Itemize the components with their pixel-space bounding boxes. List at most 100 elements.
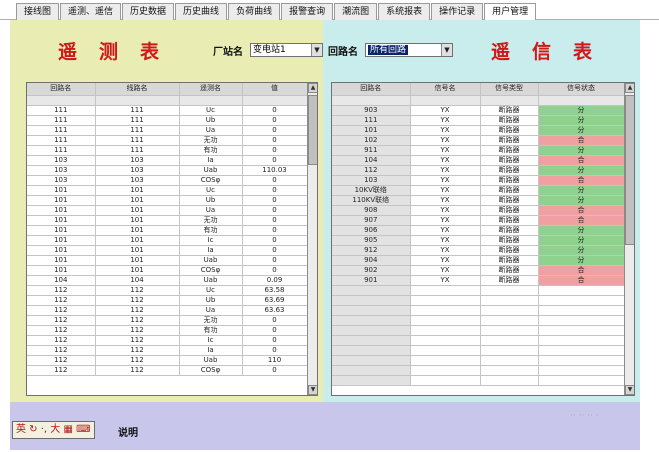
- scroll-thumb[interactable]: [625, 95, 634, 245]
- table-row[interactable]: 111 111 Ua 0: [27, 125, 308, 136]
- table-row[interactable]: 103 103 Ia 0: [27, 155, 308, 166]
- table-row[interactable]: 101 101 COSφ 0: [27, 265, 308, 276]
- table-row[interactable]: 110KV联络 YX 断路器分: [332, 195, 625, 206]
- circuit-select[interactable]: 所有回路 ▼: [365, 43, 453, 57]
- table-cell: 有功: [179, 145, 243, 156]
- table-cell: YX: [410, 145, 481, 156]
- telemetry-scrollbar[interactable]: ▲ ▼: [307, 83, 317, 395]
- empty-cell: [480, 305, 539, 316]
- table-row[interactable]: 903 YX 断路器分: [332, 105, 625, 116]
- table-row[interactable]: 102 YX 断路器合: [332, 135, 625, 146]
- table-row[interactable]: 905 YX 断路器分: [332, 235, 625, 246]
- table-cell: 0: [242, 315, 308, 326]
- tab-5[interactable]: 报警查询: [281, 3, 334, 20]
- table-row[interactable]: 111 111 有功 0: [27, 145, 308, 156]
- table-row[interactable]: 111 111 Ub 0: [27, 115, 308, 126]
- scroll-down-icon[interactable]: ▼: [308, 385, 317, 395]
- table-cell: 有功: [179, 225, 243, 236]
- table-cell: 907: [332, 215, 411, 226]
- chevron-down-icon[interactable]: ▼: [441, 44, 452, 56]
- table-cell: 101: [95, 215, 180, 226]
- table-cell: 112: [27, 365, 96, 376]
- tab-4[interactable]: 负荷曲线: [228, 3, 281, 20]
- table-row[interactable]: 101 101 Uab 0: [27, 255, 308, 266]
- table-row[interactable]: 101 101 Ia 0: [27, 245, 308, 256]
- chevron-down-icon[interactable]: ▼: [311, 44, 322, 56]
- empty-row: [332, 285, 625, 296]
- table-cell: YX: [410, 195, 481, 206]
- table-row[interactable]: 112 112 Ua 63.63: [27, 305, 308, 316]
- table-row[interactable]: 912 YX 断路器分: [332, 245, 625, 256]
- tab-3[interactable]: 历史曲线: [175, 3, 228, 20]
- column-header: 信号名: [410, 83, 481, 96]
- table-row[interactable]: 112 112 Ia 0: [27, 345, 308, 356]
- tab-0[interactable]: 接线图: [16, 3, 60, 20]
- scroll-up-icon[interactable]: ▲: [625, 83, 634, 93]
- empty-row: [332, 305, 625, 316]
- table-cell: YX: [410, 205, 481, 216]
- table-row[interactable]: 104 YX 断路器合: [332, 155, 625, 166]
- table-cell: 111: [27, 115, 96, 126]
- table-row[interactable]: 111 111 Uc 0: [27, 105, 308, 116]
- table-cell: 102: [332, 135, 411, 146]
- table-row[interactable]: 103 103 COSφ 0: [27, 175, 308, 186]
- table-row[interactable]: 101 101 有功 0: [27, 225, 308, 236]
- table-row[interactable]: 111 111 无功 0: [27, 135, 308, 146]
- table-cell: 101: [27, 195, 96, 206]
- table-row[interactable]: 112 YX 断路器分: [332, 165, 625, 176]
- tab-2[interactable]: 历史数据: [122, 3, 175, 20]
- tab-8[interactable]: 操作记录: [431, 3, 484, 20]
- table-row[interactable]: 101 101 Uc 0: [27, 185, 308, 196]
- telesignal-scrollbar[interactable]: ▲ ▼: [624, 83, 634, 395]
- empty-cell: [410, 335, 481, 346]
- table-row[interactable]: 112 112 无功 0: [27, 315, 308, 326]
- table-row[interactable]: 103 YX 断路器合: [332, 175, 625, 186]
- table-row[interactable]: 112 112 Ub 63.69: [27, 295, 308, 306]
- table-row[interactable]: 904 YX 断路器分: [332, 255, 625, 266]
- table-row[interactable]: 907 YX 断路器合: [332, 215, 625, 226]
- table-row[interactable]: 112 112 COSφ 0: [27, 365, 308, 376]
- tab-1[interactable]: 遥测、遥信: [60, 3, 122, 20]
- scroll-up-icon[interactable]: ▲: [308, 83, 317, 93]
- status-badge: 分: [538, 225, 625, 236]
- table-row[interactable]: 112 112 Uc 63.58: [27, 285, 308, 296]
- table-row[interactable]: 902 YX 断路器合: [332, 265, 625, 276]
- table-row[interactable]: 101 YX 断路器分: [332, 125, 625, 136]
- empty-cell: [480, 345, 539, 356]
- table-row[interactable]: 112 112 有功 0: [27, 325, 308, 336]
- table-cell: 断路器: [480, 115, 539, 126]
- table-row[interactable]: 901 YX 断路器合: [332, 275, 625, 286]
- status-badge: 合: [538, 265, 625, 276]
- tab-9[interactable]: 用户管理: [484, 3, 537, 20]
- table-row[interactable]: 10KV联络 YX 断路器分: [332, 185, 625, 196]
- ime-note: 说明: [118, 428, 138, 439]
- table-row[interactable]: 908 YX 断路器合: [332, 205, 625, 216]
- empty-cell: [480, 325, 539, 336]
- table-cell: 断路器: [480, 175, 539, 186]
- scroll-thumb[interactable]: [308, 95, 317, 165]
- table-row[interactable]: 101 101 Ua 0: [27, 205, 308, 216]
- ime-toolbar[interactable]: 英 ↻ ·, 大 ▦ ⌨: [12, 421, 95, 439]
- table-row[interactable]: 104 104 Uab 0.09: [27, 275, 308, 286]
- tab-6[interactable]: 潮流图: [334, 3, 378, 20]
- table-row[interactable]: 906 YX 断路器分: [332, 225, 625, 236]
- table-row[interactable]: 111 YX 断路器分: [332, 115, 625, 126]
- table-row[interactable]: 112 112 Ic 0: [27, 335, 308, 346]
- table-cell: 0: [242, 235, 308, 246]
- tab-7[interactable]: 系统报表: [378, 3, 431, 20]
- empty-cell: [410, 315, 481, 326]
- table-row[interactable]: 911 YX 断路器分: [332, 145, 625, 156]
- table-cell: 断路器: [480, 225, 539, 236]
- table-row[interactable]: 112 112 Uab 110: [27, 355, 308, 366]
- station-select[interactable]: 变电站1 ▼: [250, 43, 323, 57]
- empty-cell: [410, 355, 481, 366]
- table-cell: 111: [95, 105, 180, 116]
- table-row[interactable]: 101 101 Ic 0: [27, 235, 308, 246]
- table-row[interactable]: 101 101 无功 0: [27, 215, 308, 226]
- empty-row: [332, 345, 625, 356]
- table-row[interactable]: 101 101 Ub 0: [27, 195, 308, 206]
- empty-cell: [538, 305, 625, 316]
- scroll-down-icon[interactable]: ▼: [625, 385, 634, 395]
- empty-cell: [480, 335, 539, 346]
- table-row[interactable]: 103 103 Uab 110.03: [27, 165, 308, 176]
